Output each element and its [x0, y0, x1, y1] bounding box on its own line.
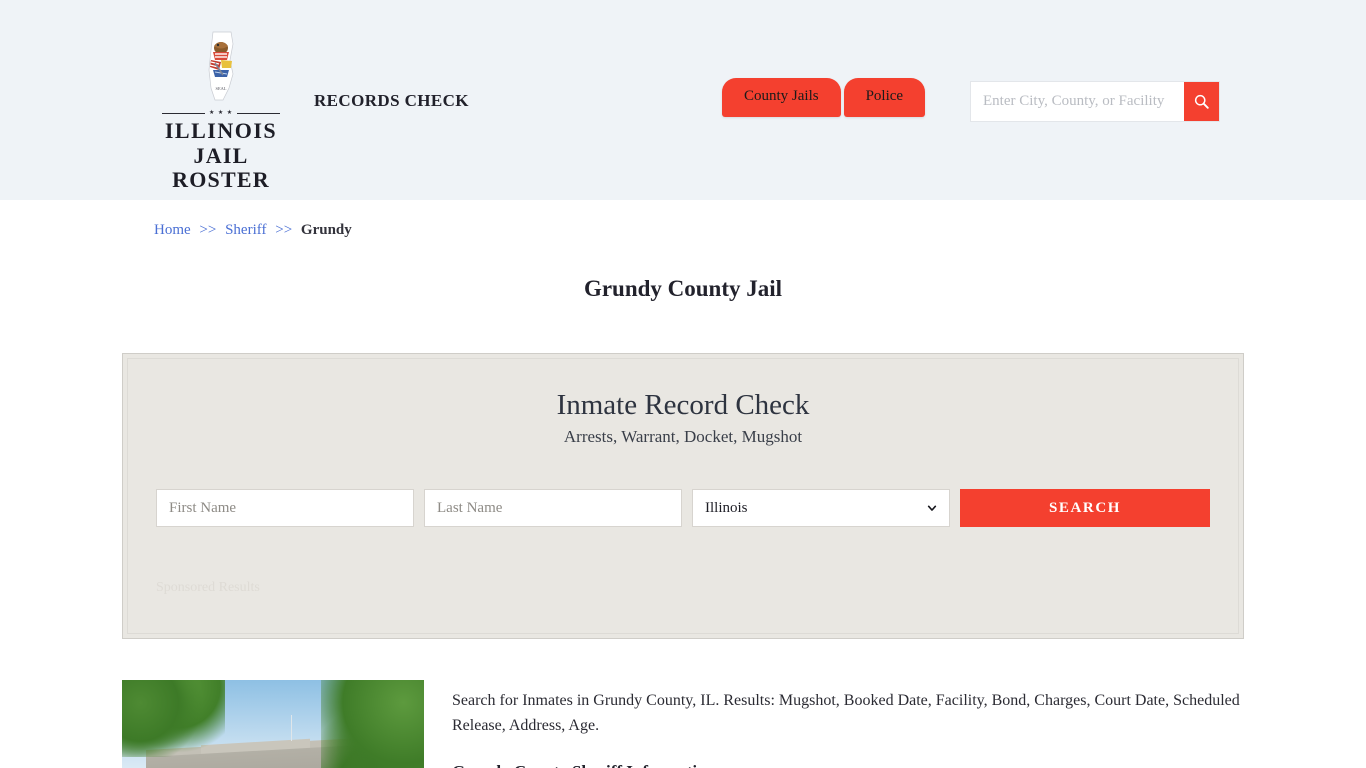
- photo-tree-right: [321, 680, 424, 768]
- breadcrumb: Home >> Sheriff >> Grundy: [118, 200, 1248, 239]
- inmate-record-check-panel: Inmate Record Check Arrests, Warrant, Do…: [122, 353, 1244, 639]
- page-content: Home >> Sheriff >> Grundy Grundy County …: [118, 200, 1248, 768]
- panel-subtitle: Arrests, Warrant, Docket, Mugshot: [563, 427, 803, 447]
- state-select[interactable]: Illinois: [692, 489, 950, 528]
- divider-bar-left: [162, 112, 205, 114]
- lower-description: Search for Inmates in Grundy County, IL.…: [452, 692, 1240, 734]
- photo-flagpole: [291, 715, 293, 741]
- inmate-search-button[interactable]: SEARCH: [960, 489, 1210, 528]
- search-icon: [1194, 94, 1209, 109]
- lower-section: Search for Inmates in Grundy County, IL.…: [118, 680, 1248, 768]
- header-search-bar: [970, 81, 1220, 122]
- breadcrumb-separator-2: >>: [275, 222, 293, 238]
- panel-title: Inmate Record Check: [556, 389, 810, 421]
- breadcrumb-separator-1: >>: [199, 222, 217, 238]
- chevron-down-icon: [927, 505, 937, 512]
- sheriff-information-heading: Grundy County Sheriff Information: [452, 762, 1246, 768]
- header-inner: SEAL ★ ★ ★ ILLINOIS JAIL ROSTER RECORDS …: [118, 0, 1248, 200]
- header-search-input[interactable]: [971, 82, 1184, 121]
- nav-tab-county-jails[interactable]: County Jails: [722, 78, 841, 117]
- page-title: Grundy County Jail: [583, 276, 783, 301]
- state-select-value: Illinois: [705, 499, 748, 516]
- svg-text:SEAL: SEAL: [216, 86, 227, 91]
- last-name-input[interactable]: [424, 489, 682, 528]
- lower-text-block: Search for Inmates in Grundy County, IL.…: [452, 680, 1246, 768]
- site-tagline: RECORDS CHECK: [314, 91, 469, 110]
- breadcrumb-link-home[interactable]: Home: [154, 222, 191, 238]
- brand-divider: ★ ★ ★: [162, 110, 281, 116]
- breadcrumb-current: Grundy: [300, 222, 352, 238]
- brand-name-line1: ILLINOIS: [164, 118, 278, 143]
- first-name-input[interactable]: [156, 489, 414, 528]
- divider-stars: ★ ★ ★: [208, 110, 234, 116]
- divider-bar-right: [237, 112, 281, 114]
- site-header: SEAL ★ ★ ★ ILLINOIS JAIL ROSTER RECORDS …: [0, 0, 1366, 200]
- photo-tree-left: [122, 680, 225, 757]
- header-search-button[interactable]: [1184, 82, 1219, 121]
- courthouse-photo: [122, 680, 424, 768]
- illinois-state-seal-icon: SEAL: [189, 30, 253, 106]
- panel-inner: Inmate Record Check Arrests, Warrant, Do…: [127, 358, 1239, 634]
- sponsored-results-label: Sponsored Results: [156, 580, 260, 596]
- nav-tab-police[interactable]: Police: [843, 78, 926, 117]
- site-logo[interactable]: SEAL ★ ★ ★ ILLINOIS JAIL ROSTER: [154, 30, 288, 193]
- brand-name-line2: JAIL ROSTER: [172, 142, 270, 193]
- breadcrumb-link-sheriff[interactable]: Sheriff: [225, 222, 266, 238]
- inmate-search-form: Illinois SEARCH: [156, 489, 1210, 528]
- primary-nav: County Jails Police: [722, 78, 926, 117]
